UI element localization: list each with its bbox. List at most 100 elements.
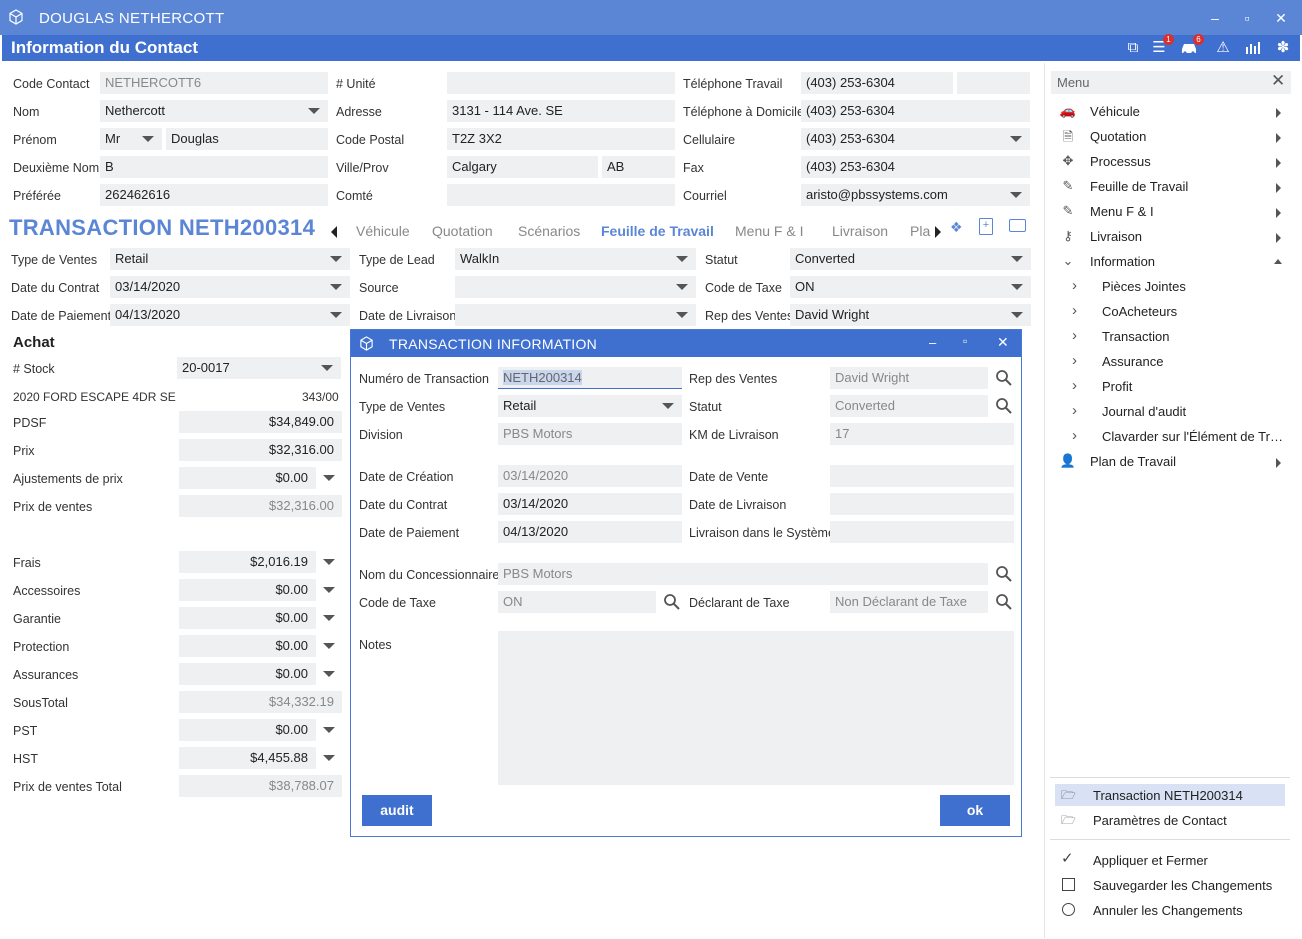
date-creation-field[interactable]: 03/14/2020 [498,465,682,487]
warning-icon[interactable]: ⚠ [1212,37,1234,59]
dropdown-arrow-icon[interactable] [330,284,342,290]
dropdown-arrow-icon[interactable] [676,312,688,318]
achat-row-value[interactable]: $0.00 [179,467,316,489]
dropdown-arrow-icon[interactable] [676,284,688,290]
code-postal-field[interactable]: T2Z 3X2 [447,128,675,150]
tab-scroll-left-icon[interactable] [331,226,337,238]
achat-row-value[interactable]: $0.00 [179,719,316,741]
menu-sub-item[interactable]: › Journal d'audit [1072,401,1287,423]
achat-row-value[interactable]: $38,788.07 [179,775,342,797]
menu-item[interactable]: ⚷ Livraison [1059,226,1289,248]
adresse-field[interactable]: 3131 - 114 Ave. SE [447,100,675,122]
code-contact-field[interactable]: NETHERCOTT6 [100,72,328,94]
dropdown-arrow-icon[interactable] [1011,312,1023,318]
achat-row-value[interactable]: $2,016.19 [179,551,316,573]
search-icon[interactable] [995,593,1013,611]
comte-field[interactable] [447,184,675,206]
audit-button[interactable]: audit [362,795,432,826]
tel-travail-ext-field[interactable] [957,72,1030,94]
menu-item-plan-de-travail[interactable]: 👤 Plan de Travail [1059,451,1289,473]
achat-row-value[interactable]: $0.00 [179,635,316,657]
menu-item[interactable]: 🚗 Véhicule [1059,101,1289,123]
dialog-maximize-button[interactable]: ▫ [963,334,967,348]
dropdown-arrow-icon[interactable] [323,643,335,649]
menu-close-icon[interactable]: ✕ [1271,71,1285,91]
search-icon[interactable] [995,397,1013,415]
dropdown-arrow-icon[interactable] [321,365,333,371]
dlg-date-livraison-field[interactable] [830,493,1014,515]
dropdown-arrow-icon[interactable] [1010,192,1022,198]
dropdown-arrow-icon[interactable] [676,256,688,262]
tab-plan[interactable]: Pla [910,223,930,239]
achat-row-value[interactable]: $32,316.00 [179,495,342,517]
dlg-type-ventes-select[interactable]: Retail [498,395,682,417]
minimize-button[interactable]: ‒ [1204,8,1226,28]
province-field[interactable]: AB [602,156,675,178]
tag-icon[interactable]: ❖ [950,219,963,236]
tab-quotation[interactable]: Quotation [432,223,493,239]
achat-row-value[interactable]: $34,332.19 [179,691,342,713]
menu-sub-item[interactable]: › Transaction [1072,326,1287,348]
export-icon[interactable]: ⧉ [1122,37,1144,59]
tab-scroll-right-icon[interactable] [935,226,941,238]
dialog-minimize-button[interactable]: ‒ [929,335,936,350]
tab-scenarios[interactable]: Scénarios [518,223,580,239]
dlg-rep-ventes-field[interactable]: David Wright [830,367,988,389]
menu-item[interactable]: ✥ Processus [1059,151,1289,173]
tab-feuille-de-travail[interactable]: Feuille de Travail [601,223,714,239]
courriel-field[interactable]: aristo@pbssystems.com [801,184,1030,206]
dropdown-arrow-icon[interactable] [323,755,335,761]
dropdown-arrow-icon[interactable] [323,559,335,565]
concessionnaire-field[interactable]: PBS Motors [498,563,988,585]
tab-vehicule[interactable]: Véhicule [356,223,410,239]
car-icon[interactable]: 6 [1178,34,1204,59]
dropdown-arrow-icon[interactable] [323,727,335,733]
dropdown-arrow-icon[interactable] [323,587,335,593]
add-document-icon[interactable]: + [979,218,993,235]
date-contrat-field[interactable]: 03/14/2020 [110,276,350,298]
dlg-code-taxe-field[interactable]: ON [498,591,656,613]
stock-select[interactable]: 20-0017 [177,357,341,379]
dropdown-arrow-icon[interactable] [1011,256,1023,262]
achat-row-value[interactable]: $0.00 [179,579,316,601]
unite-field[interactable] [447,72,675,94]
division-field[interactable]: PBS Motors [498,423,682,445]
ville-field[interactable]: Calgary [447,156,598,178]
date-vente-field[interactable] [830,465,1014,487]
apply-close-action[interactable]: ✓ Appliquer et Fermer [1055,849,1285,871]
menu-item[interactable]: ✎ Menu F & I [1059,201,1289,223]
save-changes-action[interactable]: Sauvegarder les Changements [1055,874,1285,896]
menu-sub-item[interactable]: › Assurance [1072,351,1287,373]
menu-sub-item[interactable]: › Profit [1072,376,1287,398]
livraison-systeme-field[interactable] [830,521,1014,543]
date-livraison-field[interactable] [455,304,696,326]
type-ventes-select[interactable]: Retail [110,248,350,270]
cellulaire-field[interactable]: (403) 253-6304 [801,128,1030,150]
dropdown-arrow-icon[interactable] [323,615,335,621]
process-icon[interactable]: ✽ [1272,37,1294,59]
dropdown-arrow-icon[interactable] [330,312,342,318]
parametres-contact-item[interactable]: 🗁 Paramètres de Contact [1055,809,1285,831]
chart-icon[interactable] [1242,37,1264,59]
dlg-statut-field[interactable]: Converted [830,395,988,417]
dropdown-arrow-icon[interactable] [662,403,674,409]
nom-field[interactable]: Nethercott [100,100,328,122]
ok-button[interactable]: ok [940,795,1010,826]
dlg-date-paiement-field[interactable]: 04/13/2020 [498,521,682,543]
tab-menu-fi[interactable]: Menu F & I [735,223,803,239]
notes-textarea[interactable] [498,631,1014,785]
tel-travail-field[interactable]: (403) 253-6304 [801,72,953,94]
menu-item[interactable]: ⌄ Information [1059,251,1289,273]
close-button[interactable]: ✕ [1270,8,1292,28]
menu-sub-item[interactable]: › CoAcheteurs [1072,301,1287,323]
tel-domicile-field[interactable]: (403) 253-6304 [801,100,1030,122]
prenom-field[interactable]: Douglas [166,128,328,150]
type-lead-select[interactable]: WalkIn [455,248,696,270]
chat-icon[interactable] [1009,219,1026,232]
achat-row-value[interactable]: $4,455.88 [179,747,316,769]
preferee-field[interactable]: 262462616 [100,184,328,206]
source-select[interactable] [455,276,696,298]
dlg-date-contrat-field[interactable]: 03/14/2020 [498,493,682,515]
fax-field[interactable]: (403) 253-6304 [801,156,1030,178]
search-icon[interactable] [663,593,681,611]
